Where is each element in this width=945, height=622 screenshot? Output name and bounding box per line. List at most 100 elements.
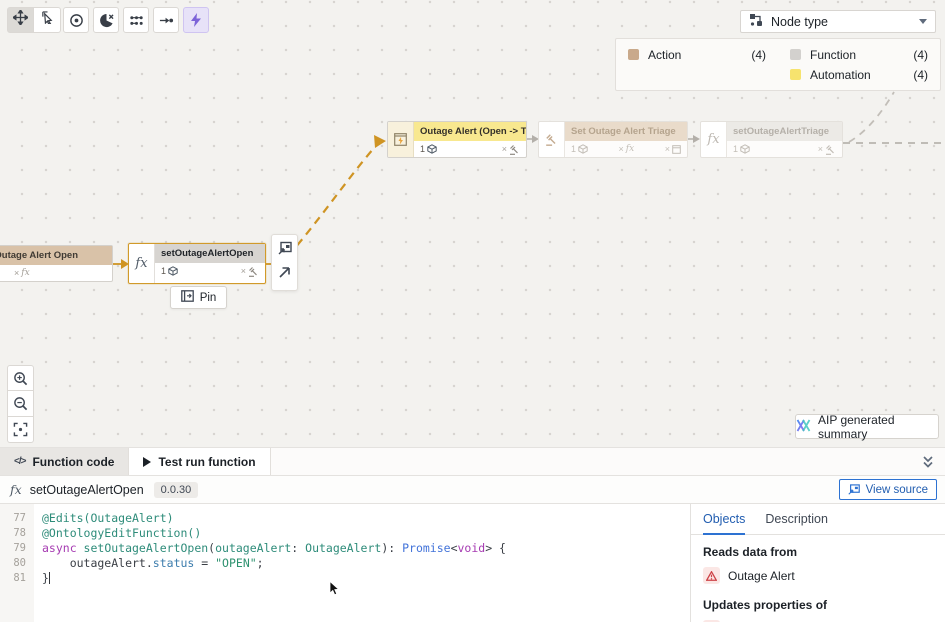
- node-actions-popover: [271, 234, 298, 291]
- open-window-icon: [848, 484, 860, 495]
- edge-dashed-up: [849, 92, 894, 142]
- node-type-icon: [749, 13, 763, 30]
- tab-objects[interactable]: Objects: [703, 512, 745, 535]
- object-link-outage-alert[interactable]: Outage Alert: [703, 567, 933, 584]
- x-mark: ×: [241, 266, 246, 276]
- legend-spacer: [616, 68, 778, 82]
- line-number: 78: [0, 526, 34, 541]
- ontology-graph-app: Node type Action (4) Function (4) Automa…: [0, 0, 945, 622]
- object-count: 1: [161, 266, 166, 276]
- gavel-icon: [509, 144, 520, 155]
- updates-properties-section: Updates properties of Outage Alert: [691, 588, 945, 622]
- function-node-icon: fx: [129, 244, 155, 283]
- function-name: setOutageAlertOpen: [30, 483, 144, 497]
- node-type-legend: Action (4) Function (4) Automation (4): [615, 38, 941, 91]
- layout-tool-button[interactable]: [123, 7, 149, 33]
- automation-swatch: [790, 69, 801, 80]
- filter-tool-button[interactable]: [93, 7, 119, 33]
- line-number-gutter: 77 78 79 80 81: [0, 504, 34, 622]
- object-count: 1: [420, 144, 425, 154]
- chevron-down-icon: [919, 19, 927, 24]
- decorator-token: @OntologyEditFunction(): [42, 526, 201, 540]
- node-meta-row: 1 ×fx: [0, 265, 112, 281]
- x-mark: ×: [14, 268, 19, 278]
- pin-to-panel-icon[interactable]: [278, 241, 292, 260]
- pin-icon: [181, 290, 194, 305]
- legend-item-action[interactable]: Action (4): [616, 48, 778, 62]
- fx-icon: fx: [626, 144, 634, 154]
- function-version-badge: 0.0.30: [154, 482, 199, 498]
- code-editor[interactable]: 77 78 79 80 81 @Edits(OutageAlert) @Onto…: [0, 504, 690, 622]
- tab-function-code[interactable]: </> Function code: [0, 448, 129, 475]
- zoom-to-fit-button[interactable]: [7, 417, 34, 443]
- function-node-icon: fx: [701, 122, 727, 157]
- open-node-icon[interactable]: [278, 266, 291, 284]
- node-meta-row: 1 ×fx ×: [565, 141, 687, 157]
- view-source-button[interactable]: View source: [839, 479, 937, 500]
- cube-icon: [168, 266, 178, 276]
- line-number: 81: [0, 571, 34, 586]
- lightning-icon: [190, 13, 202, 27]
- pie-remove-icon: [99, 13, 114, 28]
- graph-canvas[interactable]: Node type Action (4) Function (4) Automa…: [0, 0, 945, 447]
- node-title: Set Outage Alert Open: [0, 246, 112, 265]
- node-meta-row: 1 ×: [414, 141, 526, 157]
- node-type-dropdown[interactable]: Node type: [740, 10, 936, 33]
- code-line-81: }: [42, 571, 690, 586]
- node-setoutagealerttriage[interactable]: fx setOutageAlertTriage 1 ×: [700, 121, 843, 158]
- play-icon: [143, 457, 151, 467]
- zoom-in-button[interactable]: [7, 365, 34, 391]
- aip-generated-summary-button[interactable]: AIP generated summary: [795, 414, 939, 439]
- function-code-panel: 77 78 79 80 81 @Edits(OutageAlert) @Onto…: [0, 504, 945, 622]
- cube-icon: [427, 144, 437, 154]
- edge-arrowhead-gold: [374, 135, 386, 148]
- node-set-outage-alert-triage[interactable]: Set Outage Alert Triage 1 ×fx ×: [538, 121, 688, 158]
- collapse-panel-button[interactable]: [921, 448, 935, 475]
- fx-icon: fx: [707, 132, 719, 147]
- node-meta-row: 1 ×: [155, 263, 265, 279]
- aip-summary-label: AIP generated summary: [818, 413, 938, 441]
- text-cursor: [49, 572, 50, 584]
- legend-item-automation[interactable]: Automation (4): [778, 68, 940, 82]
- node-set-outage-alert-open[interactable]: Set Outage Alert Open 1 ×fx: [0, 245, 113, 282]
- legend-count: (4): [751, 48, 766, 62]
- zoom-controls: [7, 365, 34, 443]
- automation-tool-button[interactable]: [183, 7, 209, 33]
- cube-icon: [740, 144, 750, 154]
- gavel-icon: [825, 144, 836, 155]
- trace-tool-button[interactable]: [153, 7, 179, 33]
- code-icon: </>: [14, 456, 25, 467]
- tab-label: Test run function: [158, 455, 255, 469]
- x-mark: ×: [619, 144, 624, 154]
- target-icon: [69, 13, 84, 28]
- object-count: 1: [733, 144, 738, 154]
- tab-test-run-function[interactable]: Test run function: [129, 448, 270, 475]
- node-title: setOutageAlertOpen: [155, 244, 265, 263]
- pan-tool-button[interactable]: [7, 7, 34, 33]
- node-title: Outage Alert (Open -> Triage): [414, 122, 526, 141]
- object-count: 1: [571, 144, 576, 154]
- function-details-panel: Objects Description Reads data from Outa…: [690, 504, 945, 622]
- code-line-80: outageAlert.status = "OPEN";: [42, 556, 690, 571]
- action-swatch: [628, 49, 639, 60]
- pin-button[interactable]: Pin: [170, 286, 227, 309]
- legend-label: Automation: [810, 68, 871, 82]
- select-cursor-icon: [41, 11, 54, 29]
- focus-tool-button[interactable]: [63, 7, 89, 33]
- node-type-label: Node type: [771, 15, 828, 29]
- node-setoutagealertopen[interactable]: fx setOutageAlertOpen 1 ×: [128, 243, 266, 284]
- node-outage-alert-automation[interactable]: Outage Alert (Open -> Triage) 1 ×: [387, 121, 527, 158]
- fx-icon: fx: [21, 268, 29, 278]
- cube-icon: [578, 144, 588, 154]
- line-number: 80: [0, 556, 34, 571]
- zoom-out-button[interactable]: [7, 391, 34, 417]
- select-tool-button[interactable]: [34, 7, 61, 33]
- legend-label: Function: [810, 48, 856, 62]
- tab-description[interactable]: Description: [765, 512, 828, 534]
- node-meta-row: 1 ×: [727, 141, 842, 157]
- view-source-label: View source: [866, 484, 928, 496]
- x-mark: ×: [665, 144, 670, 154]
- legend-item-function[interactable]: Function (4): [778, 48, 940, 62]
- line-number: 79: [0, 541, 34, 556]
- reads-data-section: Reads data from Outage Alert: [691, 535, 945, 584]
